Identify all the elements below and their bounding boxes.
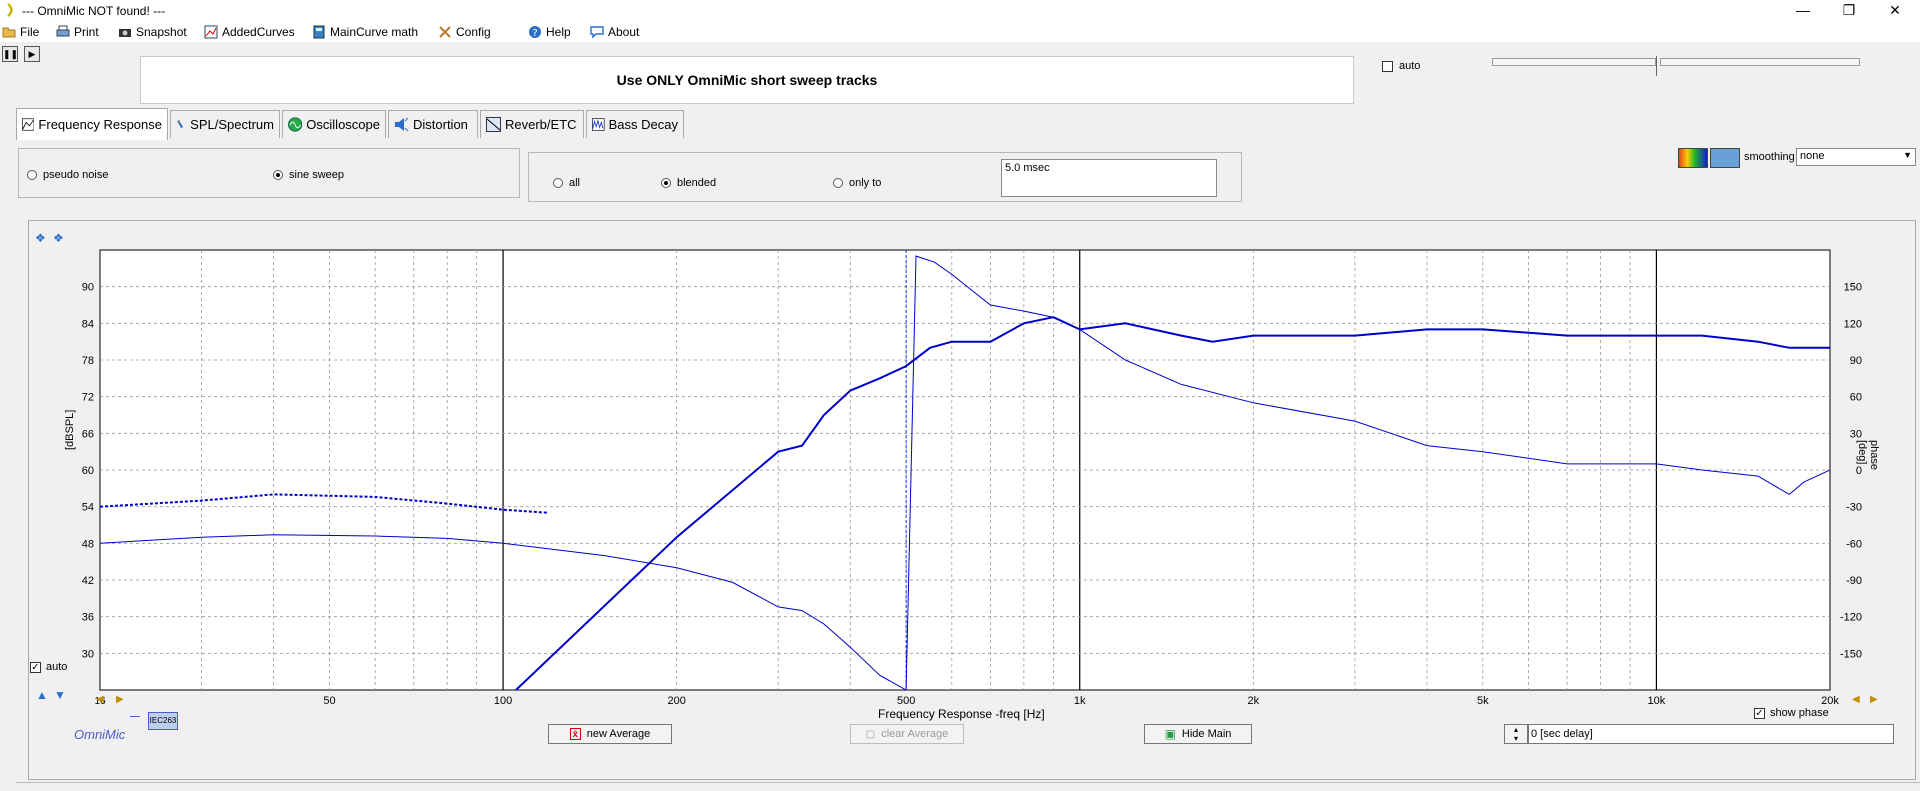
y-tick-label: 84 xyxy=(82,318,94,330)
y-right-tick-label: -120 xyxy=(1840,612,1862,624)
show-phase-checkbox-box[interactable]: ✓ xyxy=(1754,707,1765,719)
clear-average-label: clear Average xyxy=(881,728,949,740)
y-right-tick-label: -30 xyxy=(1846,502,1862,514)
hide-main-button[interactable]: ▣ Hide Main xyxy=(1144,724,1252,744)
y-right-tick-label: 60 xyxy=(1850,392,1862,404)
y-tick-label: 30 xyxy=(82,648,94,660)
x-tick-label: 100 xyxy=(494,695,512,707)
scroll-right-icon[interactable]: ▶ xyxy=(116,694,124,705)
y-tick-label: 54 xyxy=(82,502,94,514)
delay-input[interactable]: 0 [sec delay] xyxy=(1528,724,1894,744)
average-icon: x̄ xyxy=(569,728,581,740)
x-tick-label: 2k xyxy=(1248,695,1260,707)
new-average-label: new Average xyxy=(586,728,651,740)
scroll-left-icon[interactable]: ◀ xyxy=(96,694,104,705)
hide-main-icon: ▣ xyxy=(1164,727,1176,741)
omnimic-brand: OmniMic xyxy=(74,727,126,742)
clear-icon: ▢ xyxy=(865,728,876,740)
y-axis-label: [dBSPL] xyxy=(64,409,76,450)
y-tick-label: 42 xyxy=(82,575,94,587)
y-tick-label: 36 xyxy=(82,612,94,624)
y-axis-label-right: phase [deg] xyxy=(1856,440,1880,470)
y-tick-label: 60 xyxy=(82,465,94,477)
pan-left-icon[interactable]: ◀ xyxy=(1852,694,1860,705)
y-right-tick-label: -150 xyxy=(1840,648,1862,660)
x-tick-label: 5k xyxy=(1477,695,1489,707)
delay-stepper[interactable]: ▴ ▾ xyxy=(1504,724,1528,744)
pan-right-icon[interactable]: ▶ xyxy=(1870,694,1878,705)
new-average-button[interactable]: x̄ new Average xyxy=(548,724,672,744)
arrow-up-icon[interactable]: ▲ xyxy=(36,688,48,702)
frequency-response-chart[interactable]: 50 100 200 500 1k 2k 5k 10k 20k16303642485460667… xyxy=(0,0,1920,790)
y-right-tick-label: 120 xyxy=(1844,318,1862,330)
y-right-tick-label: 150 xyxy=(1844,282,1862,294)
y-tick-label: 78 xyxy=(82,355,94,367)
iec-badge[interactable]: IEC263 xyxy=(148,712,178,730)
y-right-tick-label: -90 xyxy=(1846,575,1862,587)
y-right-tick-label: 30 xyxy=(1850,428,1862,440)
auto-chart-label: auto xyxy=(46,661,68,673)
legend-line xyxy=(130,716,140,717)
y-tick-label: 48 xyxy=(82,538,94,550)
arrow-down-icon[interactable]: ▼ xyxy=(54,688,66,702)
clear-average-button: ▢ clear Average xyxy=(850,724,964,744)
auto-checkbox-chart[interactable]: ✓ auto xyxy=(30,661,67,673)
x-tick-label: 50 xyxy=(323,695,335,707)
y-right-tick-label: -60 xyxy=(1846,538,1862,550)
y-tick-label: 66 xyxy=(82,428,94,440)
show-phase-label: show phase xyxy=(1770,707,1829,719)
x-tick-label: 20k xyxy=(1821,695,1839,707)
x-tick-label: 10k xyxy=(1648,695,1666,707)
x-tick-label: 500 xyxy=(897,695,915,707)
show-phase-checkbox[interactable]: ✓ show phase xyxy=(1754,707,1829,719)
x-tick-label: 1k xyxy=(1074,695,1086,707)
y-tick-label: 72 xyxy=(82,392,94,404)
x-tick-label: 200 xyxy=(667,695,685,707)
y-right-tick-label: 90 xyxy=(1850,355,1862,367)
auto-chart-checkbox-box[interactable]: ✓ xyxy=(30,661,41,673)
x-axis-label: Frequency Response -freq [Hz] xyxy=(878,707,1045,721)
y-tick-label: 90 xyxy=(82,282,94,294)
hide-main-label: Hide Main xyxy=(1181,728,1232,740)
